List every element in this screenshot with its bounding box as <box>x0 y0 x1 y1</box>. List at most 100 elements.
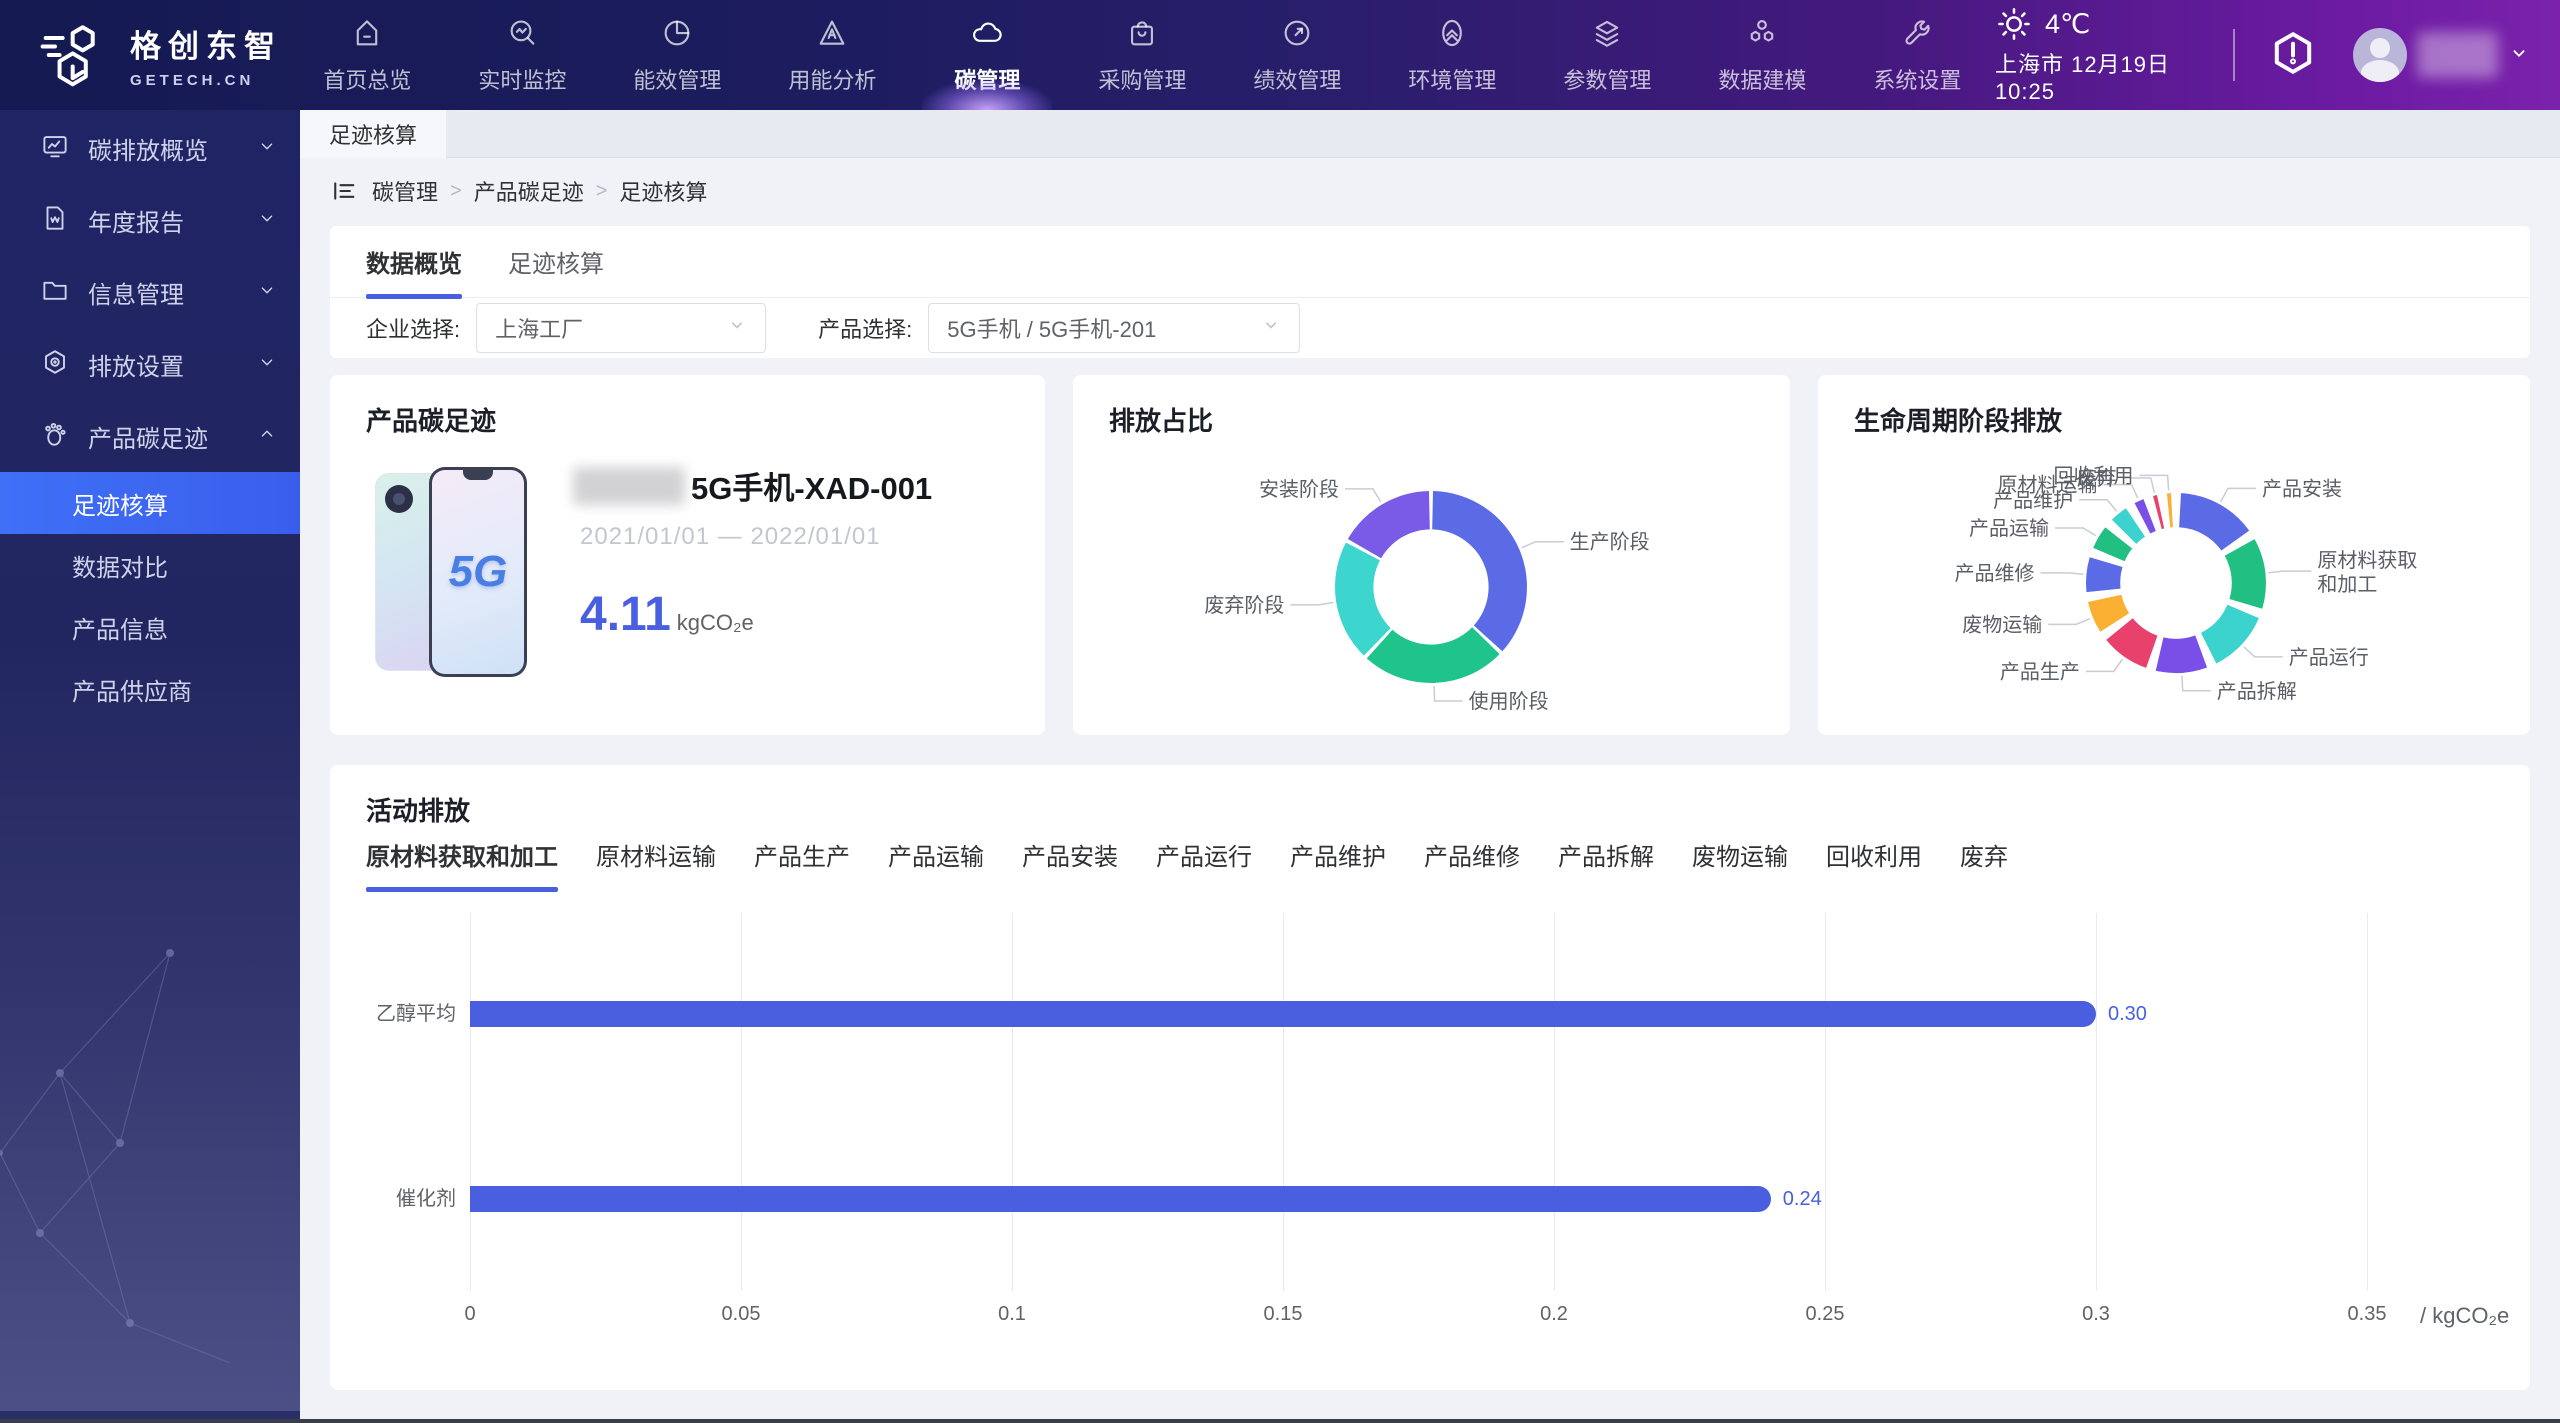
pie-label-leader <box>1290 602 1333 604</box>
nav-item-参数管理[interactable]: 参数管理 <box>1530 0 1685 110</box>
phone-notch <box>463 470 493 480</box>
pie-slice-回收利用[interactable] <box>2167 493 2173 527</box>
view-tabs: 数据概览足迹核算 <box>330 226 2530 298</box>
navbar-right: 4℃ 上海市 12月19日 10:25 <box>1995 5 2560 105</box>
tab-足迹核算[interactable]: 足迹核算 <box>508 226 604 298</box>
company-select[interactable]: 上海工厂 <box>476 303 766 353</box>
x-tick-label: 0.2 <box>1509 1303 1599 1326</box>
sidebar-item-产品碳足迹[interactable]: 产品碳足迹 <box>0 400 300 472</box>
avatar[interactable] <box>2353 28 2407 82</box>
activity-tab-产品拆解[interactable]: 产品拆解 <box>1558 837 1654 876</box>
activity-tab-产品运行[interactable]: 产品运行 <box>1156 837 1252 876</box>
x-tick-label: 0.25 <box>1780 1303 1870 1326</box>
pie-slice-生产阶段[interactable] <box>1432 491 1527 651</box>
gridline <box>470 913 471 1291</box>
pie-label-leader <box>2086 659 2123 671</box>
product-select[interactable]: 5G手机 / 5G手机-201 <box>928 303 1300 353</box>
main-content: 足迹核算 碳管理>产品碳足迹>足迹核算 数据概览足迹核算 企业选择: 上海工厂 … <box>300 110 2560 1423</box>
collapse-menu-icon <box>330 177 358 205</box>
activity-tab-原材料运输[interactable]: 原材料运输 <box>596 837 716 876</box>
sidebar-item-年度报告[interactable]: 年度报告 <box>0 184 300 256</box>
pie-label-leader <box>2182 676 2211 691</box>
pie-slice-废弃[interactable] <box>2153 495 2164 529</box>
x-tick-label: 0.05 <box>696 1303 786 1326</box>
nav-item-label: 采购管理 <box>1098 63 1186 95</box>
activity-tab-产品维护[interactable]: 产品维护 <box>1290 837 1386 876</box>
nav-item-采购管理[interactable]: 采购管理 <box>1065 0 1220 110</box>
sidebar-item-信息管理[interactable]: 信息管理 <box>0 256 300 328</box>
lifecycle-donut-chart: 产品安装原材料获取和加工产品运行产品拆解产品生产废物运输产品维修产品运输产品维护… <box>1818 437 2530 733</box>
alert-button[interactable] <box>2269 29 2317 82</box>
sidebar-subitem-数据对比[interactable]: 数据对比 <box>0 534 300 596</box>
bar-乙醇平均[interactable] <box>470 1001 2096 1027</box>
pie-label-leader <box>2055 528 2096 536</box>
weather-widget: 4℃ 上海市 12月19日 10:25 <box>1995 5 2199 105</box>
nav-item-系统设置[interactable]: 系统设置 <box>1840 0 1995 110</box>
nav-item-绩效管理[interactable]: 绩效管理 <box>1220 0 1375 110</box>
hexes-icon <box>1745 16 1779 55</box>
collapse-menu-button[interactable] <box>330 177 358 205</box>
tab-数据概览[interactable]: 数据概览 <box>366 226 462 298</box>
pie-label-leader <box>2079 500 2117 512</box>
pie-slice-安装阶段[interactable] <box>1348 491 1430 558</box>
pie-label-废物运输: 废物运输 <box>1962 613 2042 636</box>
bar-催化剂[interactable] <box>470 1186 1771 1212</box>
nav-item-环境管理[interactable]: 环境管理 <box>1375 0 1530 110</box>
pie-label-leader <box>1522 542 1564 548</box>
monitor-icon <box>505 16 539 55</box>
product-name-row: 5G手机-XAD-001 <box>573 463 932 508</box>
pie-label-leader <box>2048 619 2090 625</box>
gridline <box>2367 913 2368 1291</box>
activity-tab-产品运输[interactable]: 产品运输 <box>888 837 984 876</box>
breadcrumb-item-足迹核算[interactable]: 足迹核算 <box>619 175 707 207</box>
gridline <box>2096 913 2097 1291</box>
pie-slice-废物运输[interactable] <box>2088 595 2129 632</box>
activity-tab-产品安装[interactable]: 产品安装 <box>1022 837 1118 876</box>
nav-item-碳管理[interactable]: 碳管理 <box>910 0 1065 110</box>
getech-logo-icon <box>38 18 112 92</box>
sidebar-item-碳排放概览[interactable]: 碳排放概览 <box>0 112 300 184</box>
sidebar-subitem-产品供应商[interactable]: 产品供应商 <box>0 658 300 720</box>
pie-slice-废弃阶段[interactable] <box>1335 543 1391 656</box>
sidebar-subitem-足迹核算[interactable]: 足迹核算 <box>0 472 300 534</box>
pie-slice-使用阶段[interactable] <box>1367 627 1500 683</box>
overview-panel: 数据概览足迹核算 企业选择: 上海工厂 产品选择: 5G手机 / 5G手机-20… <box>330 226 2530 358</box>
activity-tab-废弃[interactable]: 废弃 <box>1960 837 2008 876</box>
pie-slice-产品安装[interactable] <box>2179 493 2249 550</box>
pie-label-产品维修: 产品维修 <box>1954 562 2034 585</box>
sidebar-subitem-产品信息[interactable]: 产品信息 <box>0 596 300 658</box>
pie-slice-产品拆解[interactable] <box>2156 635 2207 673</box>
user-menu-caret[interactable] <box>2508 42 2530 69</box>
activity-tab-废物运输[interactable]: 废物运输 <box>1692 837 1788 876</box>
breadcrumb-item-碳管理[interactable]: 碳管理 <box>372 175 438 207</box>
sun-icon <box>1995 5 2033 43</box>
pie-slice-产品运行[interactable] <box>2201 605 2259 664</box>
analysis-icon <box>815 16 849 55</box>
activity-tab-回收利用[interactable]: 回收利用 <box>1826 837 1922 876</box>
nav-item-首页总览[interactable]: 首页总览 <box>290 0 445 110</box>
nav-item-用能分析[interactable]: 用能分析 <box>755 0 910 110</box>
activity-tab-产品生产[interactable]: 产品生产 <box>754 837 850 876</box>
pie-slice-产品维修[interactable] <box>2086 557 2123 592</box>
dash-icon <box>40 131 70 166</box>
nav-item-label: 能效管理 <box>633 63 721 95</box>
pie-slice-原材料获取和加工[interactable] <box>2225 539 2266 609</box>
sidebar-item-排放设置[interactable]: 排放设置 <box>0 328 300 400</box>
pie-label-安装阶段: 安装阶段 <box>1259 478 1339 501</box>
sidebar: 碳排放概览年度报告信息管理排放设置产品碳足迹足迹核算数据对比产品信息产品供应商 <box>0 110 300 1423</box>
pie-slice-产品生产[interactable] <box>2106 618 2157 668</box>
breadcrumb-item-产品碳足迹[interactable]: 产品碳足迹 <box>474 175 584 207</box>
nav-item-能效管理[interactable]: 能效管理 <box>600 0 755 110</box>
nav-item-数据建模[interactable]: 数据建模 <box>1685 0 1840 110</box>
env-icon <box>1435 16 1469 55</box>
weather-date: 12月19日 <box>2071 52 2170 77</box>
page-tab-active[interactable]: 足迹核算 <box>300 110 446 158</box>
breadcrumb-separator: > <box>596 180 608 203</box>
activity-tab-原材料获取和加工[interactable]: 原材料获取和加工 <box>366 837 558 876</box>
nav-item-实时监控[interactable]: 实时监控 <box>445 0 600 110</box>
product-card-title: 产品碳足迹 <box>366 401 496 438</box>
weather-time: 10:25 <box>1995 79 2055 104</box>
activity-tab-产品维修[interactable]: 产品维修 <box>1424 837 1520 876</box>
chevron-down-icon <box>256 279 278 306</box>
phone-screen-label: 5G <box>449 547 508 597</box>
